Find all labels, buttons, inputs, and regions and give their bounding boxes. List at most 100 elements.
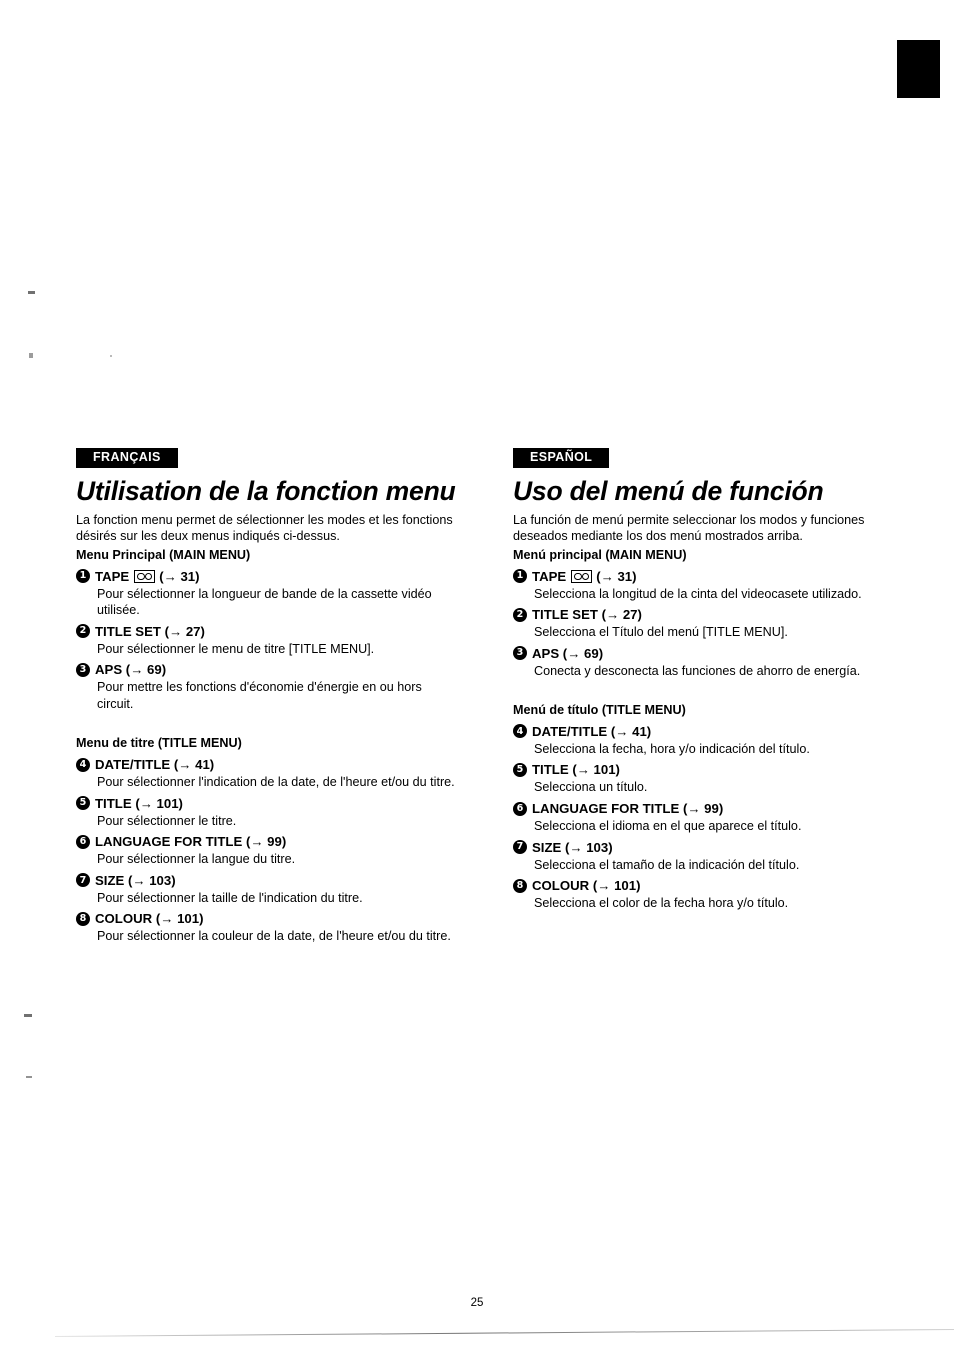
menu-item-head: 8 COLOUR (→ 101) [76,910,476,927]
item-number-badge: 4 [513,724,527,739]
menu-item-head: 4 DATE/TITLE (→ 41) [76,756,476,773]
item-number-badge: 3 [513,646,527,661]
page-reference: (→ 69) [562,645,604,661]
menu-item-description: Conecta y desconecta las funciones de ah… [534,663,861,678]
menu-item: 4 DATE/TITLE (→ 41) Pour sélectionner l'… [76,756,476,791]
menu-item-label: TITLE SET [95,623,161,639]
menu-item-description: Pour sélectionner la longueur de bande d… [97,586,432,618]
menu-item-head: 1 TAPE (→ 31) [76,568,476,585]
page-number: 25 [470,1297,484,1309]
group-heading-title-menu-es: Menú de título (TITLE MENU) [513,703,686,718]
group-heading-title-menu-fr: Menu de titre (TITLE MENU) [76,736,242,751]
menu-item: 6 LANGUAGE FOR TITLE (→ 99) Selecciona e… [513,800,913,835]
thumb-index-tab [897,40,940,98]
item-number-badge: 2 [76,624,90,639]
menu-item-label: SIZE [532,839,562,855]
intro-paragraph-espanol: La función de menú permite seleccionar l… [513,512,865,544]
menu-item-label: TITLE SET [532,607,598,623]
menu-item-head: 3 APS (→ 69) [76,661,476,678]
menu-item-label: TAPE [95,568,130,584]
menu-item: 7 SIZE (→ 103) Pour sélectionner la tail… [76,872,476,907]
menu-item-label: COLOUR [532,878,590,894]
menu-item-label: DATE/TITLE [532,723,608,739]
menu-item-head: 6 LANGUAGE FOR TITLE (→ 99) [513,800,913,817]
item-number-badge: 1 [513,569,527,584]
page-reference: (→ 27) [164,623,205,639]
menu-item: 2 TITLE SET (→ 27) Pour sélectionner le … [76,623,476,658]
group-heading-main-menu-es: Menú principal (MAIN MENU) [513,547,687,562]
scan-artifact [26,1076,32,1078]
menu-item-description: Pour sélectionner le titre. [97,813,237,828]
menu-item-description: Selecciona la longitud de la cinta del v… [534,586,862,601]
page-reference: (→ 69) [125,662,167,678]
menu-item-description: Selecciona el idioma en el que aparece e… [534,819,802,834]
menu-item-description: Selecciona un título. [534,780,648,795]
scan-artifact [24,1014,32,1017]
page-reference: (→ 41) [610,723,652,739]
menu-item-label: LANGUAGE FOR TITLE [95,834,243,850]
page-reference: (→ 31) [159,568,200,584]
menu-item-description: Pour sélectionner la couleur de la date,… [97,929,451,944]
item-number-badge: 8 [513,878,527,893]
menu-item-description: Pour sélectionner la langue du titre. [97,852,296,867]
menu-item-description: Pour sélectionner l'indication de la dat… [97,775,455,790]
item-number-badge: 5 [513,762,527,777]
cassette-tape-icon [571,569,593,583]
menu-item: 3 APS (→ 69) Pour mettre les fonctions d… [76,661,476,712]
menu-item-head: 7 SIZE (→ 103) [513,839,913,856]
scan-artifact [28,291,35,294]
menu-item-description: Pour sélectionner le menu de titre [TITL… [97,641,375,656]
page-title-francais: Utilisation de la fonction menu [76,476,456,507]
page-title-espanol: Uso del menú de función [513,476,824,507]
cassette-tape-icon [134,569,156,583]
menu-item-label: LANGUAGE FOR TITLE [532,801,680,817]
menu-item: 7 SIZE (→ 103) Selecciona el tamaño de l… [513,839,913,874]
item-number-badge: 7 [513,840,527,855]
menu-item-label: APS [532,645,560,661]
scan-artifact [110,355,112,357]
item-number-badge: 5 [76,796,90,811]
menu-item-label: TITLE [532,762,569,778]
menu-item-description: Selecciona el Título del menú [TITLE MEN… [534,625,788,640]
menu-item-description: Pour sélectionner la taille de l'indicat… [97,890,363,905]
menu-item: 5 TITLE (→ 101) Pour sélectionner le tit… [76,795,476,830]
menu-item-description: Pour mettre les fonctions d'économie d'é… [97,680,422,711]
menu-item-label: COLOUR [95,911,153,927]
column-espanol: ESPAÑOL Uso del menú de función La funci… [513,448,913,912]
menu-item-head: 5 TITLE (→ 101) [76,795,476,812]
item-number-badge: 6 [76,834,90,849]
menu-item-label: SIZE [95,872,125,888]
menu-item: 1 TAPE (→ 31) Selecciona la longitud de … [513,568,913,603]
menu-item: 4 DATE/TITLE (→ 41) Selecciona la fecha,… [513,723,913,758]
menu-item-head: 2 TITLE SET (→ 27) [76,623,476,640]
language-badge-espanol: ESPAÑOL [513,448,610,469]
page-reference: (→ 103) [564,839,613,855]
page-reference: (→ 99) [682,801,724,817]
page-reference: (→ 103) [127,872,176,888]
scan-artifact [29,353,33,358]
menu-item-head: 2 TITLE SET (→ 27) [513,606,913,623]
page-reference: (→ 31) [596,568,637,584]
menu-item-description: Selecciona el tamaño de la indicación de… [534,857,800,872]
intro-paragraph-francais: La fonction menu permet de sélectionner … [76,512,453,544]
item-number-badge: 4 [76,757,90,772]
page-reference: (→ 101) [592,878,641,894]
page-reference: (→ 27) [601,607,642,623]
menu-item: 6 LANGUAGE FOR TITLE (→ 99) Pour sélecti… [76,833,476,868]
page-reference: (→ 101) [135,795,183,811]
column-francais: FRANÇAIS Utilisation de la fonction menu… [76,448,476,945]
language-badge-francais: FRANÇAIS [76,448,178,469]
menu-item-head: 1 TAPE (→ 31) [513,568,913,585]
menu-item-head: 7 SIZE (→ 103) [76,872,476,889]
menu-item: 5 TITLE (→ 101) Selecciona un título. [513,761,913,796]
page-reference: (→ 101) [572,762,620,778]
menu-item: 8 COLOUR (→ 101) Selecciona el color de … [513,877,913,912]
manual-page: FRANÇAIS Utilisation de la fonction menu… [0,0,954,1349]
item-number-badge: 2 [513,607,527,622]
menu-item-label: TAPE [532,568,567,584]
group-heading-main-menu-fr: Menu Principal (MAIN MENU) [76,547,251,562]
menu-item-head: 4 DATE/TITLE (→ 41) [513,723,913,740]
menu-item: 3 APS (→ 69) Conecta y desconecta las fu… [513,645,913,680]
menu-item-label: TITLE [95,795,132,811]
menu-item: 2 TITLE SET (→ 27) Selecciona el Título … [513,606,913,641]
